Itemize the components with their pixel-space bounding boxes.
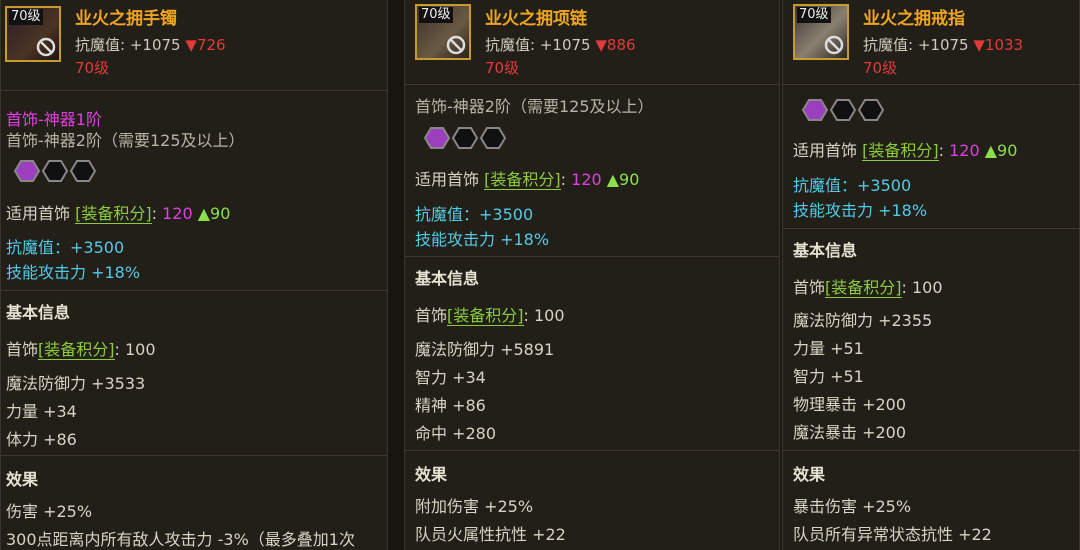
basic-info-header: 基本信息 [6,303,71,322]
bonus-skill-attack: 技能攻击力 +18% [415,230,550,249]
socket-slots [423,127,507,149]
tooltip-bracelet: 70级 业火之拥手镯 抗魔值: +1075 ▼726 70级 首饰-神器1阶 首… [0,0,388,550]
level-badge: 70级 [9,9,43,25]
stat-line: 命中 +280 [415,424,497,443]
item-name: 业火之拥戒指 [863,9,965,29]
effect-line: 伤害 +25% [6,502,93,521]
item-name: 业火之拥项链 [485,9,587,29]
effect-header: 效果 [793,465,826,484]
no-entry-icon [446,35,466,55]
item-icon: 70级 [793,4,849,60]
basic-score: 首饰[装备积分]: 100 [6,340,156,360]
level-requirement: 70级 [863,59,898,77]
resist-compare: 抗魔值: +1075 ▼886 [485,36,636,54]
bonus-resist: 抗魔值：+3500 [793,176,912,195]
bonus-resist: 抗魔值：+3500 [415,205,534,224]
basic-info-header: 基本信息 [415,269,480,288]
stat-line: 智力 +34 [415,368,486,387]
next-category: 首饰-神器2阶（需要125及以上） [415,97,654,116]
level-badge: 70级 [419,7,453,23]
effect-line: 附加伤害 +25% [415,497,534,516]
basic-score: 首饰[装备积分]: 100 [793,278,943,298]
bonus-skill-attack: 技能攻击力 +18% [6,263,141,282]
effect-header: 效果 [415,465,448,484]
level-requirement: 70级 [75,59,110,77]
resist-decrease: ▼1033 [973,36,1024,54]
next-category: 首饰-神器2阶（需要125及以上） [6,131,245,150]
stat-line: 体力 +86 [6,430,77,449]
stat-line: 力量 +51 [793,339,864,358]
no-entry-icon [824,35,844,55]
bonus-skill-attack: 技能攻击力 +18% [793,201,928,220]
stat-line: 魔法防御力 +5891 [415,340,555,359]
item-icon: 70级 [5,6,61,62]
no-entry-icon [36,37,56,57]
effect-line: 暴击伤害 +25% [793,497,912,516]
effect-header: 效果 [6,470,39,489]
equipment-score: 适用首饰 [装备积分]: 120 ▲90 [415,170,640,190]
item-name: 业火之拥手镯 [75,9,177,29]
level-badge: 70级 [797,7,831,23]
resist-compare: 抗魔值: +1075 ▼726 [75,36,226,54]
stat-line: 物理暴击 +200 [793,395,907,414]
stat-line: 智力 +51 [793,367,864,386]
bonus-resist: 抗魔值：+3500 [6,238,125,257]
stat-line: 魔法防御力 +2355 [793,311,933,330]
tooltip-necklace: 70级 业火之拥项链 抗魔值: +1075 ▼886 70级 首饰-神器2阶（需… [404,0,780,550]
basic-score: 首饰[装备积分]: 100 [415,306,565,326]
socket-slots [801,99,885,121]
resist-compare: 抗魔值: +1075 ▼1033 [863,36,1024,54]
stat-line: 力量 +34 [6,402,77,421]
effect-line: 300点距离内所有敌人攻击力 -3%（最多叠加1次 [6,530,355,549]
item-icon: 70级 [415,4,471,60]
stat-line: 精神 +86 [415,396,486,415]
stat-line: 魔法暴击 +200 [793,423,907,442]
stat-line: 魔法防御力 +3533 [6,374,146,393]
basic-info-header: 基本信息 [793,241,858,260]
equipment-score: 适用首饰 [装备积分]: 120 ▲90 [6,204,231,224]
socket-slots [13,160,97,182]
resist-decrease: ▼886 [595,36,636,54]
tooltip-ring: 70级 业火之拥戒指 抗魔值: +1075 ▼1033 70级 适用首饰 [装备… [782,0,1080,550]
effect-line: 队员火属性抗性 +22 [415,525,566,544]
equipment-score: 适用首饰 [装备积分]: 120 ▲90 [793,141,1018,161]
resist-decrease: ▼726 [185,36,226,54]
effect-line: 队员所有异常状态抗性 +22 [793,525,992,544]
level-requirement: 70级 [485,59,520,77]
